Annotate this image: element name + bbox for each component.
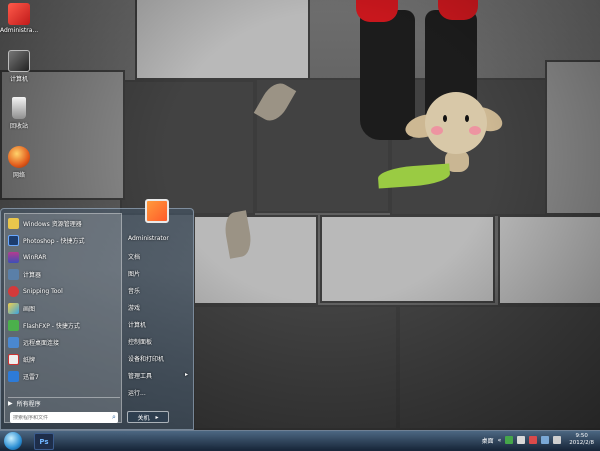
program-label: Photoshop - 快捷方式 [23,237,85,245]
desktop-icon-computer[interactable]: 计算机 [0,50,38,83]
clock-time: 9:50 [575,433,588,439]
program-label: 计算器 [23,271,42,279]
arrow-right-icon: ▶ [8,399,13,407]
program-snipping-tool[interactable]: Snipping Tool [8,284,118,298]
winrar-icon [8,251,19,263]
photoshop-icon [8,234,19,246]
volume-icon[interactable] [553,436,562,444]
system-tray: 桌面 « 9:50 2012/2/8 [482,433,594,447]
desktop-icon-label: 回收站 [9,123,28,130]
right-item-computer[interactable]: 计算机 [128,320,146,329]
right-item-admin-tools[interactable]: 管理工具 ▸ [128,371,188,380]
right-item-music[interactable]: 音乐 [128,286,140,295]
program-solitaire[interactable]: 纸牌 [8,352,118,366]
start-search-box[interactable]: ⌕ [10,412,118,423]
desktop-icon-administrator[interactable]: Administra... [0,3,38,34]
program-paint[interactable]: 画图 [8,301,118,315]
shutdown-label: 关机 [137,414,150,422]
right-item-run[interactable]: 运行... [128,388,146,397]
program-label: WinRAR [23,253,47,261]
program-winrar[interactable]: WinRAR [8,250,118,264]
right-item-documents[interactable]: 文档 [128,252,140,261]
search-icon[interactable]: ⌕ [112,413,116,422]
calculator-icon [8,268,19,280]
flashfxp-icon [8,319,19,331]
program-flashfxp[interactable]: FlashFXP - 快捷方式 [8,318,118,332]
start-menu-places-pane: Administrator 文档 图片 音乐 游戏 计算机 控制面板 设备和打印… [125,199,193,429]
program-label: 画图 [23,305,36,313]
right-item-control-panel[interactable]: 控制面板 [128,337,152,346]
program-label: FlashFXP - 快捷方式 [23,322,80,330]
recycle-bin-icon [12,97,26,119]
program-label: 迅雷7 [23,373,39,381]
paint-icon [8,302,19,314]
program-photoshop[interactable]: Photoshop - 快捷方式 [8,233,118,247]
right-item-label: 管理工具 [128,373,153,380]
clock-date: 2012/2/8 [569,440,594,446]
remote-desktop-icon [8,336,19,348]
program-thunder[interactable]: 迅雷7 [8,369,118,383]
thunder-icon [8,370,19,382]
arrow-right-icon: ▸ [184,371,188,378]
user-folder-icon [8,3,30,25]
program-label: 纸牌 [23,356,36,364]
chevron-up-icon[interactable]: « [498,437,502,444]
start-menu-programs-pane: Windows 资源管理器 Photoshop - 快捷方式 WinRAR 计算… [4,213,122,423]
right-item-pictures[interactable]: 图片 [128,269,140,278]
taskbar: Ps 桌面 « 9:50 2012/2/8 [0,430,600,451]
desktop-icon-recycle-bin[interactable]: 回收站 [0,97,38,130]
program-label: 远程桌面连接 [23,339,60,347]
program-label: Snipping Tool [23,287,63,295]
shutdown-button[interactable]: 关机 ▸ [127,411,169,423]
taskbar-photoshop-button[interactable]: Ps [34,433,54,450]
arrow-right-icon[interactable]: ▸ [156,414,159,421]
start-menu: Windows 资源管理器 Photoshop - 快捷方式 WinRAR 计算… [0,199,194,430]
security-icon[interactable] [529,436,538,444]
desktop-toolbar-label[interactable]: 桌面 [482,436,494,445]
search-input[interactable] [10,414,112,421]
computer-icon [8,50,30,72]
desktop-icon-label: 计算机 [9,76,28,83]
desktop-icon-network[interactable]: 网络 [0,146,38,179]
user-avatar[interactable] [145,199,169,223]
right-item-devices-printers[interactable]: 设备和打印机 [128,354,164,363]
monitor-icon[interactable] [541,436,550,444]
network-icon [8,146,30,168]
program-calculator[interactable]: 计算器 [8,267,118,281]
photoshop-icon: Ps [39,437,49,446]
program-label: Windows 资源管理器 [23,220,82,228]
action-center-icon[interactable] [517,436,526,444]
clock[interactable]: 9:50 2012/2/8 [569,433,594,447]
all-programs-button[interactable]: ▶ 所有程序 [8,397,120,408]
windows-start-orb-icon[interactable] [4,432,22,450]
scissors-icon [8,285,19,297]
network-tray-icon[interactable] [505,436,514,444]
desktop-icon-label: 网络 [12,172,25,179]
program-remote-desktop[interactable]: 远程桌面连接 [8,335,118,349]
all-programs-label: 所有程序 [16,400,41,408]
cards-icon [8,353,19,365]
right-item-user[interactable]: Administrator [128,235,169,242]
desktop-icon-label: Administra... [0,27,39,34]
program-windows-explorer[interactable]: Windows 资源管理器 [8,216,118,230]
folder-icon [8,217,19,229]
right-item-games[interactable]: 游戏 [128,303,140,312]
